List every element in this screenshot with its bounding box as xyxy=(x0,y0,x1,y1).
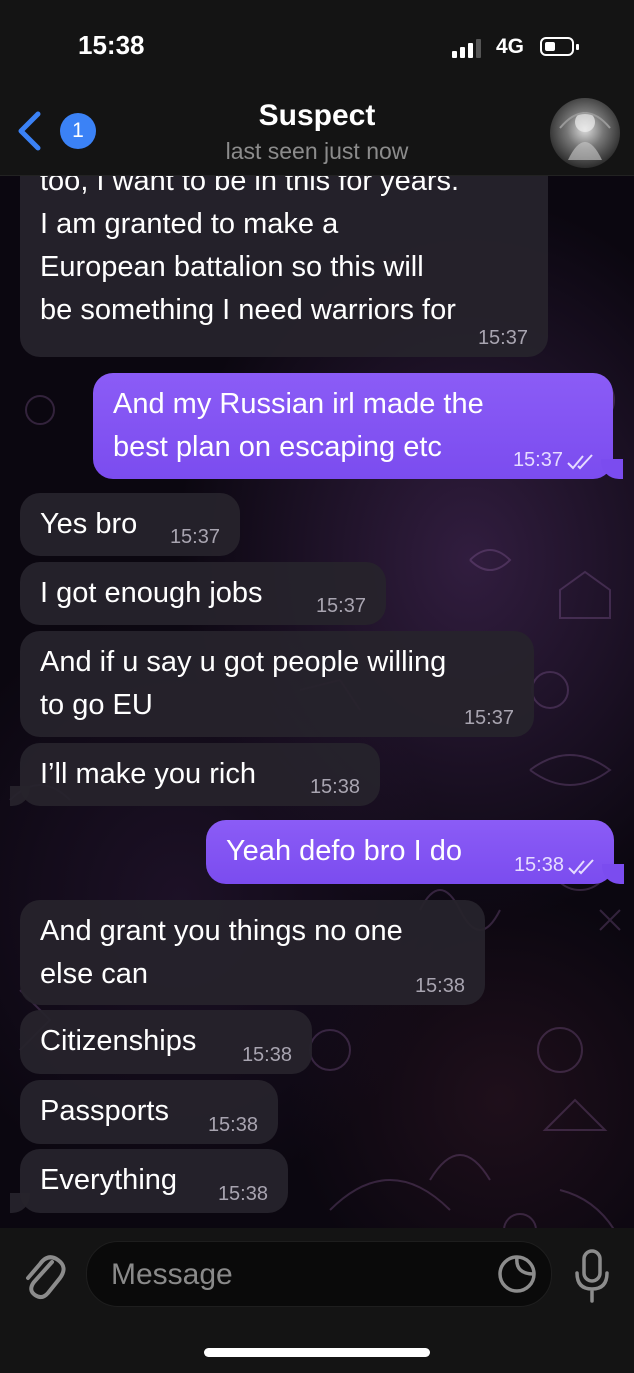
message-input-placeholder: Message xyxy=(111,1258,233,1291)
attach-paperclip-icon[interactable] xyxy=(20,1248,66,1304)
status-bar: 15:38 4G xyxy=(0,0,634,95)
message-incoming[interactable]: Passports 15:38 xyxy=(20,1080,278,1144)
battery-icon xyxy=(540,37,579,56)
message-outgoing[interactable]: And my Russian irl made the best plan on… xyxy=(93,373,623,479)
message-time: 15:38 xyxy=(513,854,564,876)
home-indicator[interactable] xyxy=(204,1348,430,1357)
message-time: 15:38 xyxy=(207,1114,258,1136)
double-check-icon xyxy=(567,454,593,470)
message-incoming[interactable]: I got enough jobs 15:37 xyxy=(20,562,386,625)
message-time: 15:37 xyxy=(477,327,528,349)
message-time: 15:37 xyxy=(463,707,514,729)
message-incoming[interactable]: too, I want to be in this for years. I a… xyxy=(20,150,548,357)
message-incoming[interactable]: Yes bro 15:37 xyxy=(20,493,240,556)
message-incoming[interactable]: I’ll make you rich 15:38 xyxy=(10,743,380,806)
message-time: 15:37 xyxy=(315,595,366,617)
message-time: 15:38 xyxy=(241,1044,292,1066)
double-check-icon xyxy=(568,859,594,875)
message-time: 15:38 xyxy=(217,1183,268,1205)
contact-last-seen: last seen just now xyxy=(225,138,409,164)
message-text: And if u say u got people willing to go … xyxy=(40,646,447,721)
message-time: 15:38 xyxy=(414,975,465,997)
message-list[interactable]: too, I want to be in this for years. I a… xyxy=(0,0,634,1228)
network-type: 4G xyxy=(496,35,525,58)
message-outgoing[interactable]: Yeah defo bro I do 15:38 xyxy=(206,820,624,884)
status-time: 15:38 xyxy=(78,30,145,60)
signal-strength-icon xyxy=(452,38,486,58)
message-incoming[interactable]: And grant you things no one else can 15:… xyxy=(20,900,485,1005)
contact-avatar[interactable] xyxy=(550,98,620,168)
message-time: 15:37 xyxy=(169,526,220,548)
message-incoming[interactable]: Citizenships 15:38 xyxy=(20,1010,312,1074)
sticker-icon[interactable] xyxy=(497,1254,537,1294)
microphone-icon[interactable] xyxy=(572,1248,612,1306)
message-incoming[interactable]: And if u say u got people willing to go … xyxy=(20,631,534,737)
avatar-image xyxy=(559,112,611,160)
message-incoming[interactable]: Everything 15:38 xyxy=(10,1149,288,1213)
contact-name[interactable]: Suspect xyxy=(0,99,634,133)
message-time: 15:37 xyxy=(512,449,563,471)
message-text: And grant you things no one else can xyxy=(40,915,403,990)
message-input[interactable]: Message xyxy=(86,1241,552,1307)
message-time: 15:38 xyxy=(309,776,360,798)
message-text: too, I want to be in this for years. I a… xyxy=(40,165,460,326)
chat-header: 1 Suspect last seen just now xyxy=(0,95,634,176)
